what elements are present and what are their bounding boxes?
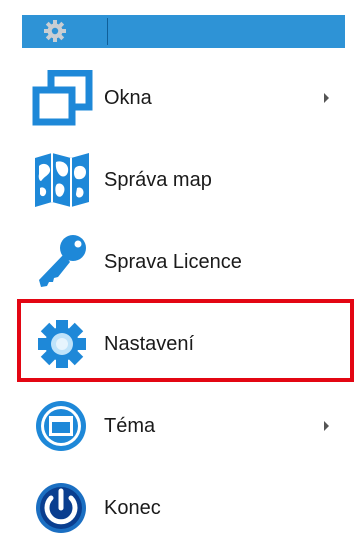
power-icon bbox=[31, 480, 93, 536]
context-menu: Okna Správa map Sprava Licence Nastavení… bbox=[0, 0, 362, 550]
menu-item-label: Téma bbox=[104, 415, 156, 437]
theme-icon bbox=[31, 398, 93, 454]
menu-item-nastaveni[interactable]: Nastavení bbox=[22, 304, 345, 384]
menu-item-sprava-licence[interactable]: Sprava Licence bbox=[22, 222, 345, 302]
menu-item-label: Konec bbox=[104, 497, 161, 519]
menu-item-label: Sprava Licence bbox=[104, 251, 242, 273]
key-icon bbox=[31, 234, 93, 290]
submenu-arrow-icon bbox=[324, 421, 329, 431]
menu-item-okna[interactable]: Okna bbox=[22, 58, 345, 138]
menu-header-bar bbox=[22, 15, 345, 48]
gear-icon[interactable] bbox=[43, 19, 67, 43]
header-separator bbox=[107, 18, 108, 45]
menu-item-label: Okna bbox=[104, 87, 152, 109]
settings-gear-icon bbox=[31, 316, 93, 372]
menu-item-label: Správa map bbox=[104, 169, 212, 191]
menu-item-tema[interactable]: Téma bbox=[22, 386, 345, 466]
menu-item-label: Nastavení bbox=[104, 333, 195, 355]
windows-icon bbox=[31, 69, 93, 126]
submenu-arrow-icon bbox=[324, 93, 329, 103]
map-icon bbox=[31, 152, 93, 208]
menu-item-sprava-map[interactable]: Správa map bbox=[22, 140, 345, 220]
menu-item-konec[interactable]: Konec bbox=[22, 468, 345, 548]
